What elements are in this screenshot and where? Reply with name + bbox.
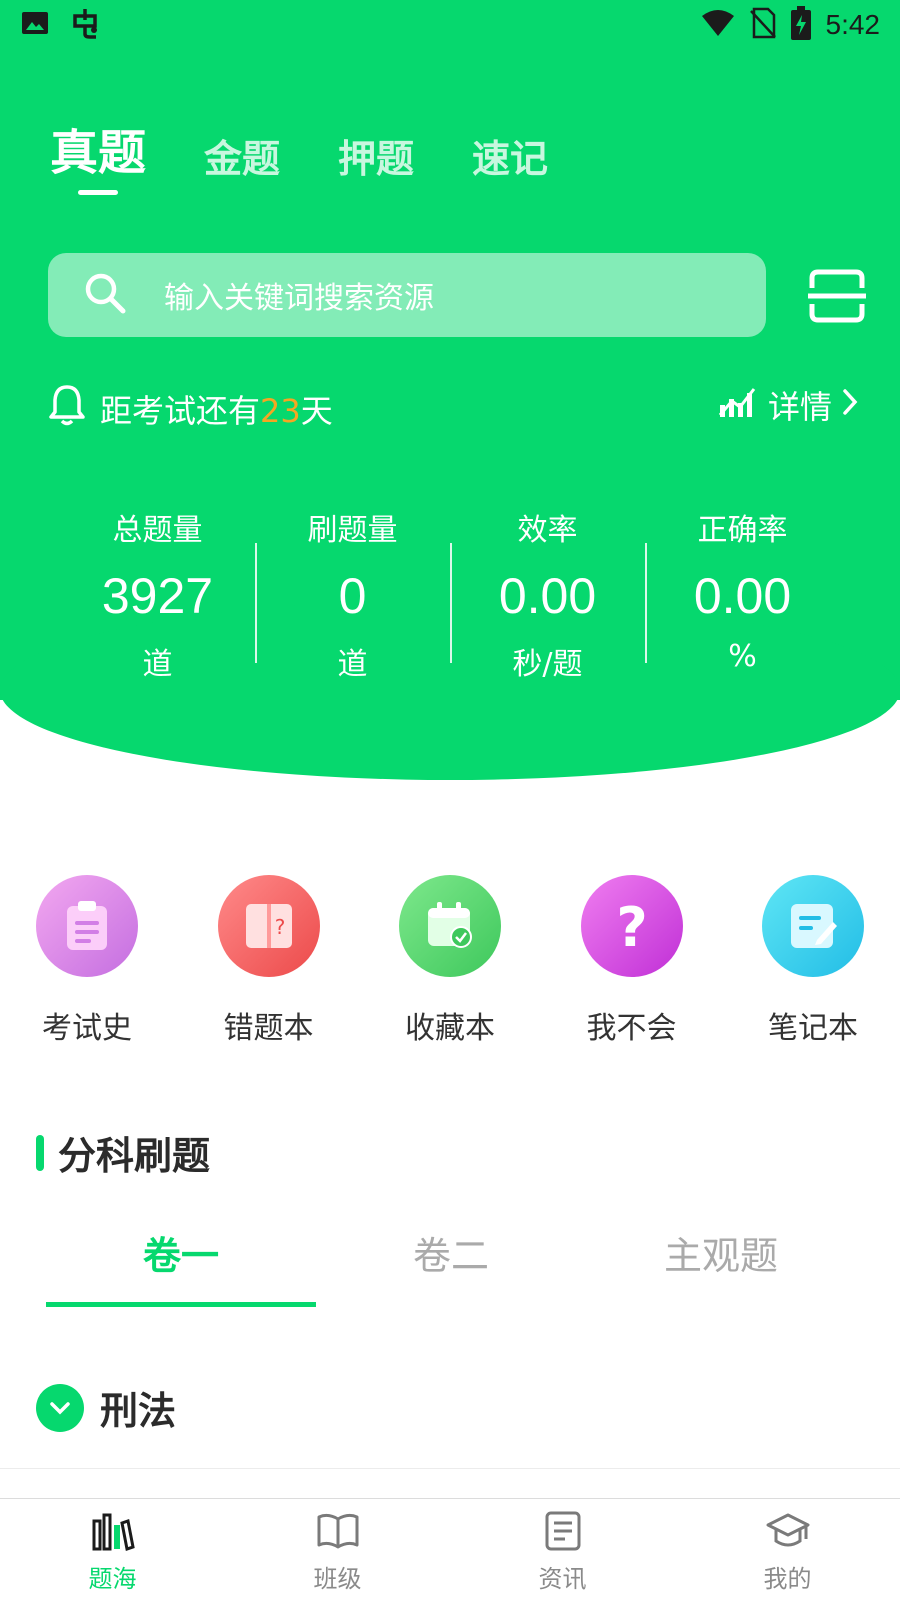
stat-unit: 道 — [142, 647, 173, 682]
stat-value: 0.00 — [498, 568, 597, 624]
nav-zixun[interactable]: 资讯 — [450, 1499, 675, 1600]
section-accent-bar — [36, 1134, 44, 1171]
wrong-book-icon: ? — [217, 875, 320, 977]
subject-criminal-law[interactable]: 刑法 — [36, 1380, 176, 1435]
details-link[interactable]: 详情 — [718, 382, 858, 428]
scan-icon — [808, 269, 866, 328]
stat-value: 3927 — [101, 568, 214, 624]
battery-charging-icon — [790, 6, 812, 44]
shortcut-favorites[interactable]: 收藏本 — [399, 875, 501, 1047]
countdown-prefix: 距考试还有 — [100, 392, 261, 430]
tab-jinti[interactable]: 金题 — [204, 137, 280, 183]
calendar-check-icon — [399, 875, 501, 977]
nav-label: 我的 — [763, 1565, 812, 1593]
clipboard-icon — [36, 875, 138, 977]
no-sim-icon — [749, 7, 776, 43]
stats-panel: 总题量 3927 道 刷题量 0 道 效率 0.00 秒/题 正确率 0.00 … — [60, 505, 840, 683]
scan-button[interactable] — [808, 268, 866, 324]
news-icon — [543, 1511, 583, 1555]
chevron-down-icon — [36, 1383, 84, 1432]
shortcut-notebook[interactable]: 笔记本 — [762, 875, 864, 1047]
bug-app-icon — [68, 6, 102, 44]
books-icon — [91, 1511, 135, 1555]
stat-label: 刷题量 — [307, 513, 398, 548]
stat-unit: 道 — [337, 647, 368, 682]
shortcut-label: 笔记本 — [768, 1011, 858, 1046]
svg-text:?: ? — [616, 898, 647, 954]
stat-label: 总题量 — [112, 513, 203, 548]
tab-paper-one[interactable]: 卷一 — [46, 1225, 316, 1307]
shortcut-label: 错题本 — [223, 1011, 314, 1046]
top-tabs: 真题 金题 押题 速记 — [50, 125, 548, 195]
shortcut-wrong-book[interactable]: ? 错题本 — [217, 875, 320, 1047]
section-header: 分科刷题 — [36, 1125, 210, 1180]
svg-text:?: ? — [274, 915, 285, 939]
tab-subjective[interactable]: 主观题 — [586, 1225, 856, 1307]
stat-total-questions: 总题量 3927 道 — [60, 505, 255, 683]
stat-value: 0.00 — [693, 568, 792, 624]
tab-yati[interactable]: 押题 — [338, 137, 414, 183]
bottom-nav: 题海 班级 资讯 我的 — [0, 1498, 900, 1600]
chevron-right-icon — [842, 386, 858, 424]
stat-unit: % — [728, 639, 757, 674]
stat-label: 正确率 — [697, 513, 788, 548]
divider — [0, 1468, 900, 1469]
countdown-days: 23 — [260, 392, 301, 430]
shortcut-label: 收藏本 — [405, 1011, 495, 1046]
question-icon: ? — [580, 875, 683, 977]
nav-tihai[interactable]: 题海 — [0, 1499, 225, 1600]
tab-zhenti[interactable]: 真题 — [50, 125, 146, 195]
shortcut-dont-know[interactable]: ? 我不会 — [580, 875, 683, 1047]
section-title: 分科刷题 — [58, 1134, 211, 1178]
open-book-icon — [316, 1511, 360, 1555]
nav-label: 题海 — [88, 1565, 137, 1593]
stat-unit: 秒/题 — [512, 647, 583, 682]
shortcut-row: 考试史 ? 错题本 收藏本 ? 我不会 笔记本 — [0, 875, 900, 1047]
graduation-cap-icon — [766, 1511, 810, 1555]
tab-suji[interactable]: 速记 — [472, 137, 548, 183]
paper-tabs: 卷一 卷二 主观题 — [46, 1225, 856, 1307]
stat-accuracy: 正确率 0.00 % — [645, 505, 840, 683]
search-placeholder: 输入关键词搜索资源 — [164, 281, 434, 316]
note-edit-icon — [762, 875, 864, 977]
subject-label: 刑法 — [100, 1389, 177, 1433]
status-bar: 5:42 — [0, 0, 900, 50]
stat-label: 效率 — [517, 513, 578, 548]
details-label: 详情 — [767, 388, 832, 426]
shortcut-label: 考试史 — [42, 1011, 132, 1046]
nav-wode[interactable]: 我的 — [675, 1499, 900, 1600]
search-icon — [82, 270, 128, 320]
bar-chart-icon — [718, 383, 758, 427]
nav-banji[interactable]: 班级 — [225, 1499, 450, 1600]
exam-countdown: 距考试还有23天 — [48, 384, 333, 434]
image-icon — [20, 8, 50, 42]
clock: 5:42 — [825, 9, 881, 40]
countdown-suffix: 天 — [300, 392, 333, 430]
stat-practiced: 刷题量 0 道 — [255, 505, 450, 683]
shortcut-exam-history[interactable]: 考试史 — [36, 875, 138, 1047]
nav-label: 资讯 — [538, 1565, 587, 1593]
stat-value: 0 — [338, 568, 367, 624]
shortcut-label: 我不会 — [586, 1011, 677, 1046]
tab-paper-two[interactable]: 卷二 — [316, 1225, 586, 1307]
bell-icon — [48, 384, 86, 434]
nav-label: 班级 — [313, 1565, 362, 1593]
search-input[interactable]: 输入关键词搜索资源 — [48, 253, 766, 337]
wifi-icon — [700, 8, 736, 42]
stat-efficiency: 效率 0.00 秒/题 — [450, 505, 645, 683]
